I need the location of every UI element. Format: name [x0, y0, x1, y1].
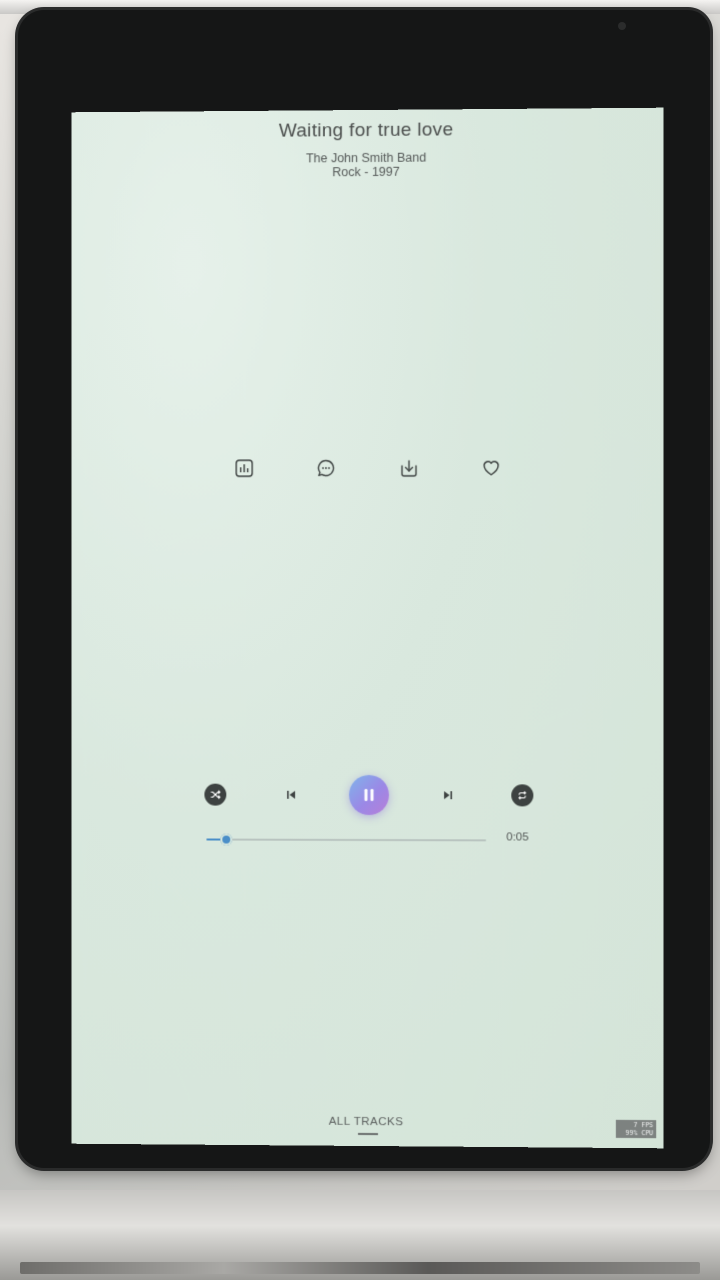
download-button[interactable] [397, 456, 421, 480]
bar-chart-icon [236, 460, 254, 478]
music-player-screen: Waiting for true love The John Smith Ban… [71, 107, 664, 1149]
pause-button[interactable] [349, 774, 390, 816]
skip-next-icon [443, 790, 453, 800]
cpu-readout: 99% CPU [625, 1128, 654, 1138]
camera-dot [618, 22, 626, 30]
skip-previous-icon [287, 791, 296, 800]
comments-button[interactable] [314, 456, 338, 480]
seek-bar-track [206, 838, 487, 842]
heart-icon [482, 459, 498, 475]
performance-overlay: 7 FPS 99% CPU [615, 1119, 657, 1139]
track-genre-year: Rock - 1997 [332, 164, 400, 180]
shuffle-icon [209, 789, 221, 801]
tab-all-tracks[interactable]: ALL TRACKS [71, 1114, 663, 1130]
track-title: Waiting for true love [278, 119, 454, 142]
fps-readout: 7 FPS [633, 1120, 654, 1130]
download-icon [401, 459, 417, 477]
equalizer-button[interactable] [232, 456, 256, 480]
seek-bar-thumb[interactable] [220, 833, 233, 846]
next-button[interactable] [437, 784, 459, 806]
chat-bubble-icon [318, 460, 335, 477]
track-actions [71, 455, 663, 480]
favorite-button[interactable] [479, 456, 503, 480]
repeat-icon [516, 789, 528, 801]
playback-controls [71, 773, 663, 818]
elapsed-time: 0:05 [506, 831, 529, 844]
previous-button[interactable] [280, 784, 302, 806]
active-tab-indicator [358, 1132, 378, 1136]
stand-base-strip [20, 1262, 700, 1274]
pause-icon [364, 788, 374, 802]
repeat-button[interactable] [511, 784, 534, 807]
shuffle-button[interactable] [204, 783, 227, 806]
seek-bar[interactable] [206, 833, 487, 849]
